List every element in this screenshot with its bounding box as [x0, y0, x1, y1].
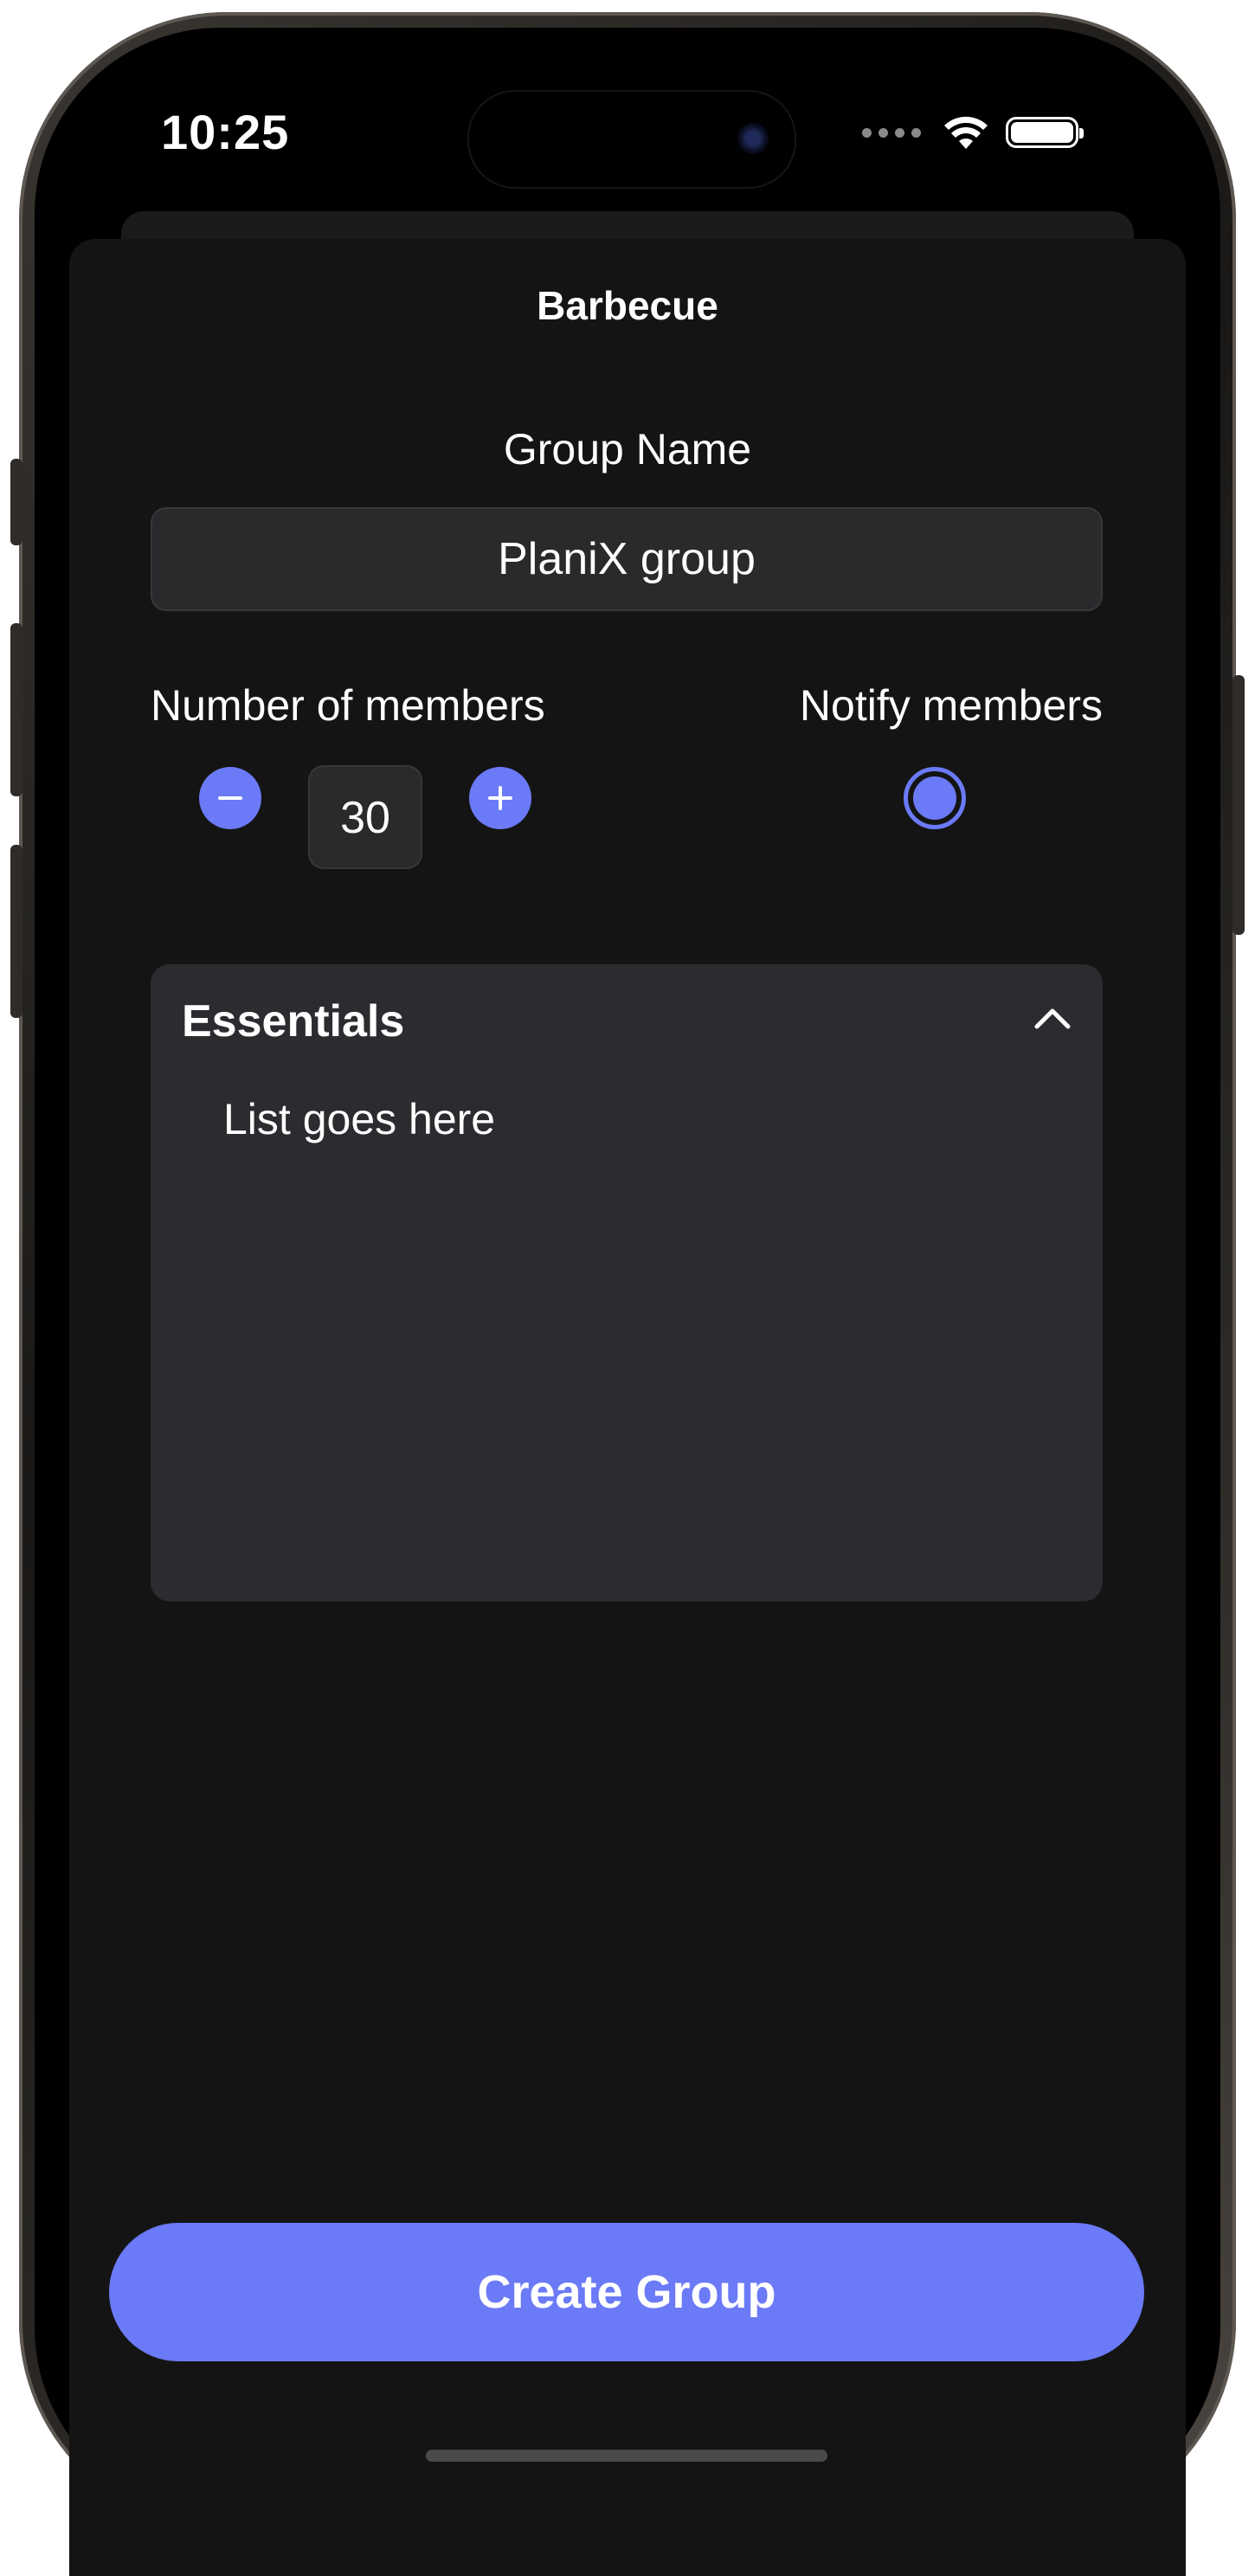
members-count: 30 — [308, 765, 422, 869]
sheet-title: Barbecue — [537, 283, 718, 328]
essentials-list-placeholder: List goes here — [223, 1095, 496, 1143]
essentials-title: Essentials — [182, 996, 405, 1046]
battery-icon — [1006, 117, 1084, 148]
volume-down-button — [10, 845, 23, 1018]
members-label: Number of members — [151, 681, 545, 730]
increment-members-button[interactable] — [469, 767, 531, 829]
volume-up-button — [10, 623, 23, 796]
wifi-icon — [944, 116, 988, 149]
decrement-members-button[interactable] — [199, 767, 261, 829]
group-name-field[interactable] — [151, 507, 1103, 611]
minus-icon — [218, 796, 242, 800]
radio-selected-dot — [913, 776, 956, 820]
group-name-label: Group Name — [503, 425, 752, 473]
dynamic-island — [467, 90, 796, 189]
cellular-dots-icon — [862, 127, 921, 138]
notify-label: Notify members — [799, 681, 1103, 730]
home-indicator — [426, 2450, 827, 2462]
create-group-button[interactable]: Create Group — [109, 2223, 1144, 2361]
notify-members-radio[interactable] — [904, 767, 966, 829]
camera-icon — [737, 123, 769, 154]
power-button — [1232, 675, 1245, 935]
plus-icon — [488, 786, 512, 810]
chevron-up-icon[interactable] — [1032, 1004, 1073, 1030]
essentials-panel: Essentials List goes here — [151, 964, 1103, 1601]
status-icons — [862, 111, 1084, 154]
status-time: 10:25 — [161, 105, 290, 159]
action-button — [10, 459, 23, 545]
